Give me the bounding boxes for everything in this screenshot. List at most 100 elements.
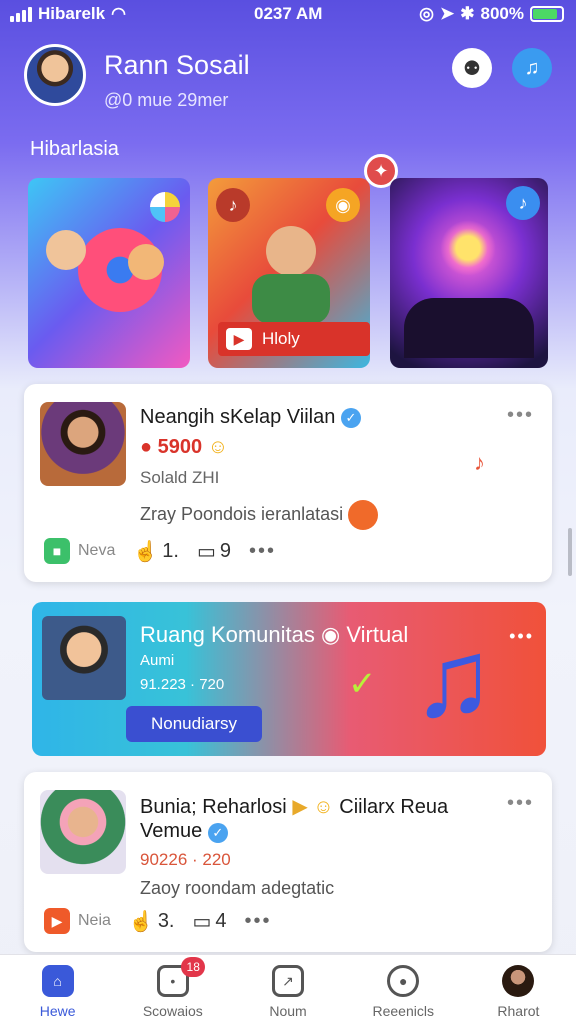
scrollbar[interactable] [568,528,572,576]
music-note-icon: ♪ [216,188,250,222]
kid-figure [46,230,86,270]
tab-label: Reeenicls [372,1003,434,1019]
tab-friends[interactable]: ● Reeenicls [346,955,461,1024]
community-title-text: Ruang Komunitas [140,622,315,647]
post-title: Bunia; Reharlosi ▶ ☺ Ciilarx Reua [140,794,448,819]
user-handle: @0 mue 29mer [104,90,229,110]
music-note-icon: ♫ [524,56,540,79]
post-actions: ■ Neva ☝ 1. ▭ 9 ••• [44,538,276,564]
carrier-name: Hibarelk [38,4,106,23]
more-actions-button[interactable]: ••• [249,540,276,563]
section-title: Hibarlasia [30,138,119,160]
post-thumbnail [40,402,126,486]
post-thumbnail [40,790,126,874]
music-note-icon: ♫ [412,617,495,740]
kid-figure [128,244,164,280]
tab-profile[interactable]: Rharot [461,955,576,1024]
comment-icon: ▭ [192,910,212,933]
post-price: ● 5900 ☺ [140,436,228,459]
play-icon: ▶ [226,328,252,350]
post-description: Zaoy roondam adegtatic [140,878,335,898]
community-title: Ruang Komunitas ◉ Virtual [140,622,408,648]
emoji-icon: ☺ [313,796,334,818]
comment-icon: ▭ [196,540,216,563]
post-title-line2: Vemue ✓ [140,820,228,843]
video-badge-label: Hloly [262,329,300,348]
status-bar: Hibarelk ◠ 0237 AM ◎ ➤ ✱ 800% [0,0,576,28]
avatar[interactable] [24,44,86,106]
post-tag[interactable]: ■ Neva [44,538,115,564]
post-title-text: Bunia; Reharlosi [140,796,287,818]
tab-home[interactable]: ⌂ Hewe [0,955,115,1024]
battery-percent: 800% [480,4,524,23]
kid-face [266,226,316,276]
tab-messages[interactable]: • 18 Scowaios [115,955,230,1024]
check-icon: ✓ [348,665,377,703]
tab-explore[interactable]: ↗ Noum [230,955,345,1024]
comment-button[interactable]: ▭ 4 [193,909,227,934]
crowd-silhouette [404,298,534,358]
post-actions: ▶ Neia ☝ 3. ▭ 4 ••• [44,908,272,934]
home-icon: ⌂ [41,965,74,997]
post-tag-label: Neia [78,912,111,929]
post-price-value: 5900 [157,436,203,458]
verified-icon: ✓ [340,407,361,428]
alarm-icon: ◎ [419,4,435,23]
tag-icon: ■ [44,538,70,564]
post-description: Zray Poondois ieranlatasi [140,500,379,530]
bluetooth-icon: ✱ [460,4,475,23]
like-button[interactable]: ☝ 1. [133,539,179,564]
post-title-line2-text: Vemue [140,820,203,842]
glow-shape [440,220,496,276]
tab-label: Noum [269,1003,307,1019]
clock: 0237 AM [254,4,323,23]
post-description-text: Zray Poondois ieranlatasi [140,503,344,524]
profile-avatar [502,965,535,997]
more-options-button[interactable]: ••• [507,404,534,427]
post-tag-label: Neva [78,542,116,559]
post-title-text: Neangih sKelap Viilan [140,406,336,428]
post-tag[interactable]: ▶ Neia [44,908,111,934]
ball-shape [150,192,180,222]
post-title: Neangih sKelap Viilan ✓ [140,406,361,429]
comment-count: 4 [215,909,227,932]
music-note-icon: ♪ [474,450,485,475]
video-badge[interactable]: ▶ Hloly [218,322,370,356]
more-options-button[interactable]: ••• [509,626,534,647]
community-thumbnail [42,616,126,700]
carousel-tile-game[interactable]: ♪ ◉ ▶ Hloly [208,178,370,368]
play-icon: ▶ [44,908,70,934]
signal-icon [10,6,32,22]
tab-label: Hewe [39,1003,76,1019]
community-banner[interactable]: Ruang Komunitas ◉ Virtual Aumi 91.223 · … [32,602,546,756]
thumbs-up-icon: ☝ [133,540,159,563]
globe-icon: ◉ [321,622,341,647]
tab-label: Scowaios [142,1003,203,1019]
emoji-icon: ☺ [207,436,229,458]
tab-label: Rharot [497,1003,540,1019]
post-card[interactable]: Bunia; Reharlosi ▶ ☺ Ciilarx Reua Vemue … [24,772,552,952]
status-left: Hibarelk ◠ [10,4,126,24]
comment-button[interactable]: ▭ 9 [197,539,231,564]
post-meta: 90226 · 220 [140,850,231,869]
like-button[interactable]: ☝ 3. [129,909,175,934]
sticker-icon [348,500,379,530]
more-options-button[interactable]: ••• [507,792,534,815]
community-meta: 91.223 · 720 [140,676,225,693]
post-title-suffix: Ciilarx Reua [339,796,449,818]
music-button[interactable]: ♫ [512,48,552,88]
apple-icon: ● [140,436,153,458]
comment-count: 9 [219,539,231,562]
post-card[interactable]: Neangih sKelap Viilan ✓ ● 5900 ☺ Solald … [24,384,552,582]
group-button[interactable]: ⚉ [452,48,492,88]
user-name: Rann Sosail [104,50,250,80]
status-right: ◎ ➤ ✱ 800% [419,4,564,24]
user-icon: ● [387,965,420,997]
group-icon: ⚉ [463,57,481,80]
profile-header: Rann Sosail @0 mue 29mer ⚉ ♫ [24,44,554,114]
more-actions-button[interactable]: ••• [245,910,272,933]
carousel-tile-party[interactable]: ♪ [390,178,548,368]
location-icon: ➤ [440,4,455,23]
community-join-button[interactable]: Nonudiarsy [126,706,262,742]
carousel-tile-dance[interactable] [28,178,190,368]
